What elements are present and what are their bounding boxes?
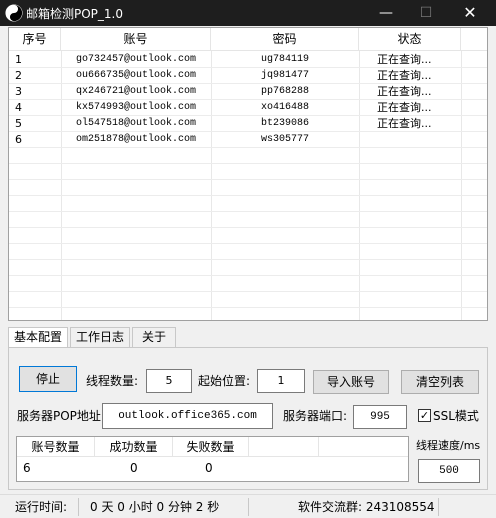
clear-list-button[interactable]: 清空列表: [401, 370, 479, 394]
grid-line: [9, 275, 487, 276]
start-position-label: 起始位置:: [198, 374, 251, 388]
cell-index: 3: [15, 85, 22, 98]
stats-header-failed: 失败数量: [173, 437, 249, 457]
stop-button[interactable]: 停止: [19, 366, 77, 392]
cell-account: qx246721@outlook.com: [76, 86, 197, 97]
account-list[interactable]: 序号 账号 密码 状态 1 go732457@outlook.com ug78411…: [8, 27, 488, 321]
grid-line: [9, 307, 487, 308]
cell-account: om251878@outlook.com: [76, 134, 197, 145]
stats-header-success: 成功数量: [95, 437, 173, 457]
list-header: 序号 账号 密码 状态: [9, 28, 487, 51]
grid-line: [9, 259, 487, 260]
grid-line: [9, 179, 487, 180]
column-header-index[interactable]: 序号: [9, 28, 61, 50]
cell-index: 6: [15, 133, 22, 146]
column-header-account[interactable]: 账号: [61, 28, 211, 50]
grid-line: [9, 163, 487, 164]
cell-index: 5: [15, 117, 22, 130]
table-row[interactable]: 2 ou666735@outlook.com jq981477 正在查询...: [9, 68, 487, 84]
grid-line: [9, 243, 487, 244]
title-bar: 邮箱检测POP_1.0 — ☐ ✕: [0, 0, 496, 26]
stats-table: 账号数量 成功数量 失败数量 6 0 0: [16, 436, 409, 482]
cell-index: 4: [15, 101, 22, 114]
server-address-label: 服务器POP地址:: [17, 409, 105, 423]
stats-failed-value: 0: [205, 461, 213, 475]
group-info: 软件交流群: 243108554: [298, 500, 435, 514]
start-position-input[interactable]: 1: [257, 369, 305, 393]
cell-status: 正在查询...: [377, 69, 432, 82]
thread-speed-input[interactable]: 500: [418, 459, 480, 483]
runtime-value: 0 天 0 小时 0 分钟 2 秒: [90, 500, 220, 514]
column-header-password[interactable]: 密码: [211, 28, 359, 50]
cell-account: ol547518@outlook.com: [76, 118, 197, 129]
table-row[interactable]: 3 qx246721@outlook.com pp768288 正在查询...: [9, 84, 487, 100]
status-separator: [248, 498, 249, 516]
status-separator: [438, 498, 439, 516]
grid-line: [9, 195, 487, 196]
cell-password: ug784119: [261, 54, 310, 65]
yin-yang-icon: [5, 4, 23, 22]
stats-success-value: 0: [130, 461, 138, 475]
cell-account: go732457@outlook.com: [76, 54, 197, 65]
stats-total-value: 6: [23, 461, 31, 475]
server-port-label: 服务器端口:: [283, 409, 348, 423]
ssl-checkbox[interactable]: ✓: [418, 409, 431, 422]
thread-count-input[interactable]: 5: [146, 369, 192, 393]
close-button[interactable]: ✕: [448, 0, 492, 26]
cell-status: 正在查询...: [377, 101, 432, 114]
maximize-button[interactable]: ☐: [404, 0, 448, 26]
table-row[interactable]: 1 go732457@outlook.com ug784119 正在查询...: [9, 52, 487, 68]
cell-index: 1: [15, 53, 22, 66]
ssl-label: SSL模式: [433, 409, 479, 423]
cell-status: [377, 132, 461, 148]
cell-account: kx574993@outlook.com: [76, 102, 197, 113]
table-row[interactable]: 6 om251878@outlook.com ws305777: [9, 132, 487, 148]
grid-line: [9, 211, 487, 212]
server-port-input[interactable]: 995: [353, 405, 407, 429]
tab-basic-config[interactable]: 基本配置: [8, 327, 68, 348]
status-separator: [78, 498, 79, 516]
grid-line: [9, 291, 487, 292]
tab-work-log[interactable]: 工作日志: [70, 327, 130, 347]
thread-speed-label: 线程速度/ms: [416, 439, 481, 452]
stats-header-empty: [319, 437, 408, 457]
table-row[interactable]: 4 kx574993@outlook.com xo416488 正在查询...: [9, 100, 487, 116]
cell-password: xo416488: [261, 102, 310, 113]
thread-count-label: 线程数量:: [86, 374, 139, 388]
tab-about[interactable]: 关于: [132, 327, 176, 347]
table-row[interactable]: 5 ol547518@outlook.com bt239086 正在查询...: [9, 116, 487, 132]
cell-status: 正在查询...: [377, 85, 432, 98]
stats-header-empty: [249, 437, 319, 457]
cell-password: jq981477: [261, 70, 310, 81]
status-bar: 运行时间: 0 天 0 小时 0 分钟 2 秒 软件交流群: 243108554: [0, 494, 496, 518]
cell-password: ws305777: [261, 134, 310, 145]
server-address-input[interactable]: outlook.office365.com: [102, 403, 273, 429]
cell-index: 2: [15, 69, 22, 82]
import-accounts-button[interactable]: 导入账号: [313, 370, 389, 394]
runtime-label: 运行时间:: [15, 500, 68, 514]
cell-account: ou666735@outlook.com: [76, 70, 197, 81]
cell-password: pp768288: [261, 86, 310, 97]
window-title: 邮箱检测POP_1.0: [26, 7, 124, 21]
stats-header-total: 账号数量: [17, 437, 95, 457]
cell-status: 正在查询...: [377, 53, 432, 66]
column-header-status[interactable]: 状态: [359, 28, 461, 50]
cell-status: 正在查询...: [377, 117, 432, 130]
grid-line: [9, 227, 487, 228]
minimize-button[interactable]: —: [364, 0, 408, 26]
checkmark-icon: ✓: [419, 409, 430, 422]
cell-password: bt239086: [261, 118, 310, 129]
